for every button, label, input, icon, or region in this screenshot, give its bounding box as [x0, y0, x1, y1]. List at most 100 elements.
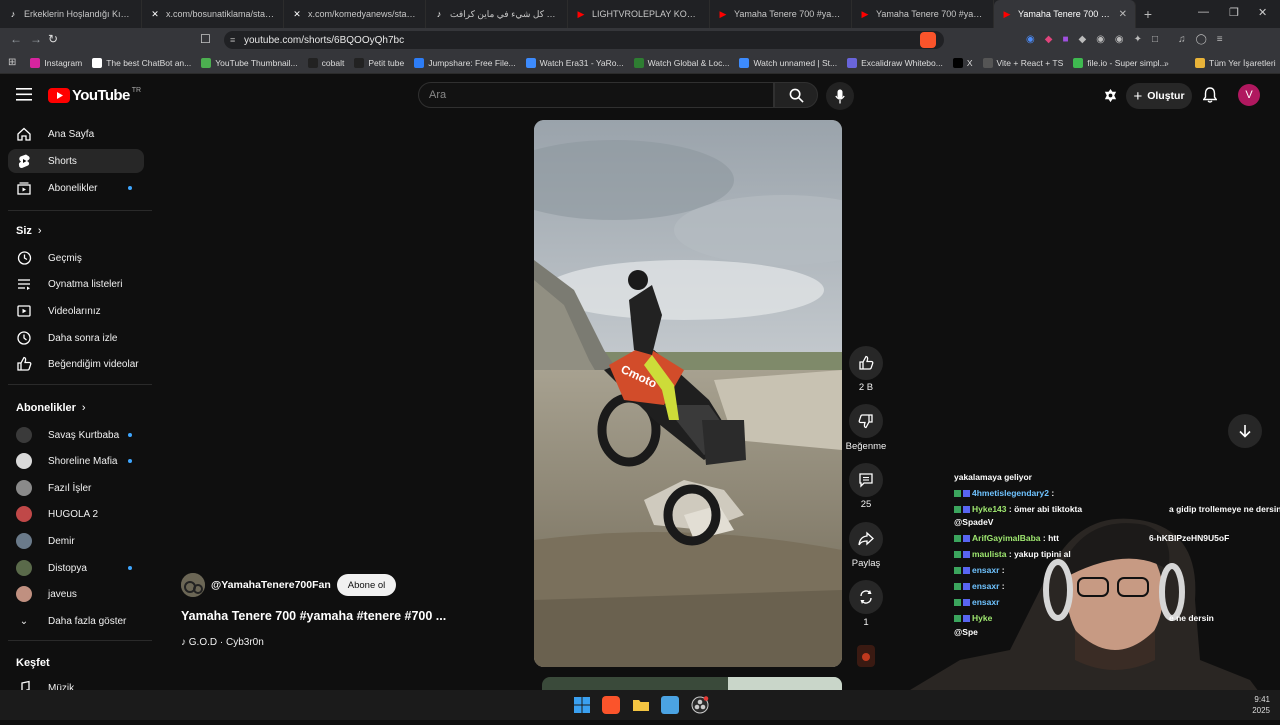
studio-icon[interactable] — [1103, 88, 1118, 108]
search-button[interactable] — [774, 82, 818, 108]
sidebar-item[interactable]: Distopya — [8, 556, 144, 580]
browser-tab[interactable]: ▶ Yamaha Tenere 700 #yamaha — [852, 0, 994, 28]
sidebar-item[interactable]: Daha sonra izle — [8, 326, 144, 350]
browser-tab[interactable]: ♪Erkeklerin Hoşlandığı Kızlara Bakış — [0, 0, 142, 28]
youtube-logo[interactable]: YouTube TR — [48, 87, 141, 104]
bookmark-item[interactable]: YouTube Thumbnail... — [201, 57, 298, 68]
chat-badge-icon — [963, 490, 970, 498]
close-window-icon[interactable]: ✕ — [1258, 6, 1267, 19]
browser-tab[interactable]: ♪يتغير كل شيء في ماين كرافت | — [426, 0, 568, 28]
channel-name[interactable]: @YamahaTenere700Fan — [211, 579, 331, 591]
avatar[interactable]: V — [1238, 84, 1260, 106]
extension-icon[interactable]: ◉ — [1096, 34, 1105, 45]
your-videos-icon — [16, 303, 32, 319]
show-more-button[interactable]: ⌄ Daha fazla göster — [8, 609, 144, 633]
next-short-button[interactable] — [1228, 414, 1262, 448]
voice-search-button[interactable] — [826, 82, 854, 110]
bookmark-item[interactable]: cobalt — [307, 57, 344, 68]
chat-badge-icon — [963, 506, 970, 514]
extension-icon[interactable]: ◉ — [1115, 34, 1124, 45]
bookmark-item[interactable]: The best ChatBot an... — [92, 57, 191, 68]
all-bookmarks-folder[interactable]: Tüm Yer İşaretleri — [1195, 57, 1276, 68]
create-button[interactable]: + Oluştur — [1126, 83, 1192, 109]
hamburger-menu-icon[interactable] — [16, 88, 32, 106]
bookmark-icon[interactable]: ☐ — [200, 32, 211, 46]
app-icon[interactable] — [661, 696, 679, 714]
sidebar-item[interactable]: HUGOLA 2 — [8, 502, 144, 526]
forward-icon[interactable]: → — [30, 32, 42, 46]
sidebar-item[interactable]: Oynatma listeleri — [8, 272, 144, 296]
new-tab-button[interactable]: + — [1136, 6, 1160, 22]
sidebar-item[interactable]: Shoreline Mafia — [8, 449, 144, 473]
dislike-button[interactable] — [849, 404, 883, 438]
vpn-icon[interactable]: ◯ — [1196, 34, 1207, 45]
channel-avatar — [16, 586, 32, 602]
file-explorer-icon[interactable] — [632, 696, 650, 714]
apps-grid-icon[interactable]: ⊞ — [8, 57, 16, 68]
browser-tab[interactable]: ▶Yamaha Tenere 700 #yamaha✕ — [994, 0, 1136, 28]
subscriptions-heading[interactable]: Abonelikler › — [16, 402, 86, 414]
short-title[interactable]: Yamaha Tenere 700 #yamaha #tenere #700 .… — [181, 609, 446, 623]
sidebar-toggle-icon[interactable]: □ — [1152, 34, 1158, 45]
obs-icon[interactable] — [691, 696, 709, 714]
short-music[interactable]: ♪ G.O.D · Cyb3r0n — [181, 637, 264, 648]
sidebar-item[interactable]: Geçmiş — [8, 246, 144, 270]
reload-icon[interactable]: ↻ — [48, 32, 58, 46]
sound-thumbnail[interactable] — [857, 645, 875, 667]
like-button[interactable] — [849, 346, 883, 380]
remix-button[interactable] — [849, 580, 883, 614]
channel-avatar[interactable] — [181, 573, 205, 597]
sidebar-item[interactable]: Savaş Kurtbaba — [8, 423, 144, 447]
back-icon[interactable]: ← — [10, 32, 22, 46]
bookmark-item[interactable]: Jumpshare: Free File... — [414, 57, 516, 68]
extension-icon[interactable]: ◉ — [1026, 34, 1035, 45]
share-button[interactable] — [849, 522, 883, 556]
bookmark-item[interactable]: Vite + React + TS — [982, 57, 1063, 68]
sidebar-item[interactable]: Shorts — [8, 149, 144, 173]
maximize-icon[interactable]: ❐ — [1229, 6, 1239, 19]
extension-icon[interactable]: ◆ — [1045, 34, 1053, 45]
extension-icon[interactable]: ■ — [1062, 34, 1068, 45]
more-bookmarks-icon[interactable]: » — [1164, 58, 1169, 68]
system-clock[interactable]: 9:41 2025 — [1252, 694, 1270, 716]
close-tab-icon[interactable]: ✕ — [1119, 9, 1127, 20]
browser-tab[interactable]: ▶LIGHTVROLEPLAY KOKUŞAN — [568, 0, 710, 28]
sidebar-item[interactable]: Videolarınız — [8, 299, 144, 323]
bookmark-item[interactable]: Excalidraw Whitebo... — [847, 57, 943, 68]
bookmark-item[interactable]: X — [952, 57, 973, 68]
sidebar-item[interactable]: Beğendiğim videolar — [8, 352, 144, 376]
url-field[interactable]: ≡ youtube.com/shorts/6BQOOyQh7bc — [224, 31, 944, 49]
subscribe-button[interactable]: Abone ol — [336, 574, 397, 596]
minimize-icon[interactable]: — — [1198, 6, 1209, 18]
youtube-header: YouTube TR Ara + Oluştur V — [0, 74, 1280, 118]
short-video-player[interactable]: Cmoto — [534, 120, 842, 667]
bookmark-item[interactable]: Watch Global & Loc... — [633, 57, 729, 68]
notifications-bell-icon[interactable] — [1202, 87, 1218, 108]
brave-browser-icon[interactable] — [602, 696, 620, 714]
chevron-right-icon: › — [81, 402, 86, 414]
sidebar-item[interactable]: Ana Sayfa — [8, 122, 144, 146]
windows-start-icon[interactable] — [573, 696, 591, 714]
sidebar-item[interactable]: Abonelikler — [8, 176, 144, 200]
media-icon[interactable]: ♫ — [1178, 34, 1186, 45]
puzzle-icon[interactable]: ✦ — [1134, 34, 1142, 45]
bookmark-item[interactable]: Watch unnamed | St... — [739, 57, 837, 68]
you-section-heading[interactable]: Siz › — [16, 225, 42, 237]
extension-icon[interactable]: ◆ — [1078, 34, 1086, 45]
browser-tab[interactable]: ✕ x.com/bosunatiklama/status/1 — [142, 0, 284, 28]
bookmark-item[interactable]: file.io - Super simpl... — [1073, 57, 1167, 68]
sidebar-item[interactable]: javeus — [8, 582, 144, 606]
sidebar-item[interactable]: Fazıl İşler — [8, 476, 144, 500]
search-input[interactable]: Ara — [418, 82, 774, 108]
menu-icon[interactable]: ≡ — [1217, 34, 1223, 45]
bookmark-item[interactable]: Watch Era31 - YaRo... — [525, 57, 624, 68]
chat-message-tail: 6-hKBIPzeHN9U5oF — [1149, 533, 1230, 543]
browser-tab[interactable]: ▶ Yamaha Tenere 700 #yamaha — [710, 0, 852, 28]
sidebar-item[interactable]: Demir — [8, 529, 144, 553]
brave-shields-icon[interactable] — [920, 32, 936, 48]
bookmark-item[interactable]: Instagram — [30, 57, 82, 68]
comments-button[interactable] — [849, 463, 883, 497]
site-info-icon[interactable]: ≡ — [230, 35, 235, 45]
browser-tab[interactable]: ✕ x.com/komedyanews/status/1 — [284, 0, 426, 28]
bookmark-item[interactable]: Petit tube — [354, 57, 404, 68]
